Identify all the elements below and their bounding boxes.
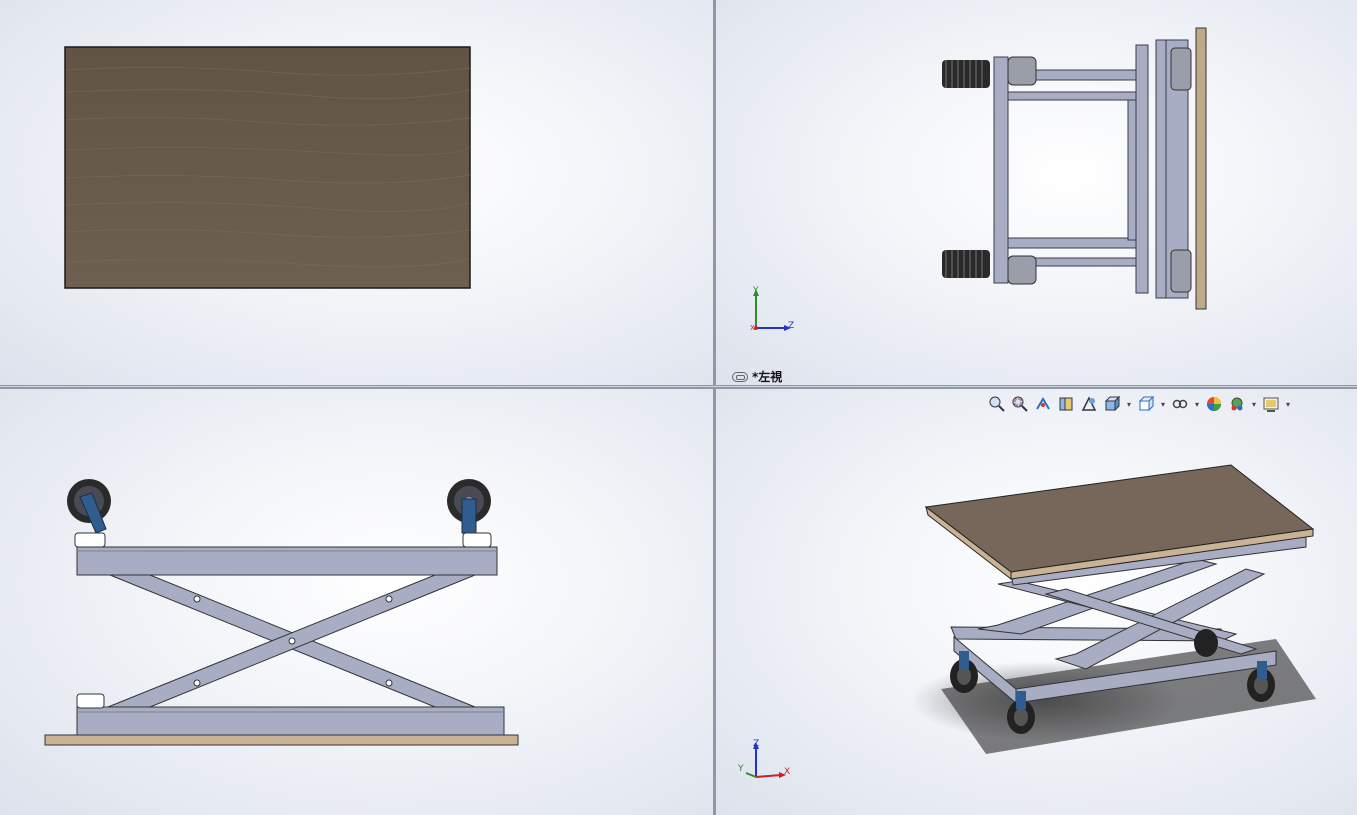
left-view[interactable]: Y Z X *左視	[716, 0, 1357, 385]
hide-show-items-icon[interactable]	[1169, 393, 1191, 415]
display-style-icon[interactable]	[1135, 393, 1157, 415]
axis-label-y: Y	[753, 286, 759, 296]
left-view-casters	[942, 47, 1192, 293]
axis-label-z: Z	[788, 321, 795, 331]
axis-label-y: Y	[738, 764, 744, 774]
heads-up-view-toolbar: ▾ ▾ ▾ ▾ ▾	[986, 393, 1293, 415]
dynamic-annotation-icon[interactable]	[1078, 393, 1100, 415]
view-orientation-dropdown-icon[interactable]: ▾	[1124, 400, 1134, 409]
view-orientation-icon[interactable]	[1101, 393, 1123, 415]
caster-right	[447, 479, 492, 548]
view-name-label[interactable]: *左視	[732, 368, 782, 385]
coordinate-triad: Y Z X	[746, 286, 806, 336]
zoom-to-fit-icon[interactable]	[986, 393, 1008, 415]
isometric-drawing	[911, 464, 1316, 754]
front-view[interactable]	[0, 0, 713, 385]
hide-show-dropdown-icon[interactable]: ▾	[1192, 400, 1202, 409]
axis-label-x: X	[784, 767, 791, 777]
isometric-view[interactable]: ▾ ▾ ▾ ▾ ▾ Z X Y	[716, 389, 1357, 815]
caster-left	[67, 479, 111, 548]
link-icon	[732, 371, 748, 382]
axis-label-x: X	[750, 324, 755, 332]
tabletop-face	[64, 46, 471, 289]
apply-scene-dropdown-icon[interactable]: ▾	[1249, 400, 1259, 409]
scissor-lift-side-drawing	[44, 479, 519, 746]
axis-label-z: Z	[753, 739, 760, 749]
edit-appearance-icon[interactable]	[1203, 393, 1225, 415]
view-settings-dropdown-icon[interactable]: ▾	[1283, 400, 1293, 409]
view-name-text: *左視	[752, 370, 783, 384]
left-view-drawing	[942, 27, 1207, 310]
zoom-to-area-icon[interactable]	[1009, 393, 1031, 415]
top-view[interactable]	[0, 389, 713, 815]
view-settings-icon[interactable]	[1260, 393, 1282, 415]
apply-scene-icon[interactable]	[1226, 393, 1248, 415]
viewport-splitter-horizontal[interactable]	[0, 385, 1357, 389]
previous-view-icon[interactable]	[1032, 393, 1054, 415]
viewport-splitter-vertical[interactable]	[713, 0, 716, 815]
coordinate-triad-iso: Z X Y	[736, 739, 796, 789]
display-style-dropdown-icon[interactable]: ▾	[1158, 400, 1168, 409]
section-view-icon[interactable]	[1055, 393, 1077, 415]
tabletop-drawing	[64, 46, 471, 289]
